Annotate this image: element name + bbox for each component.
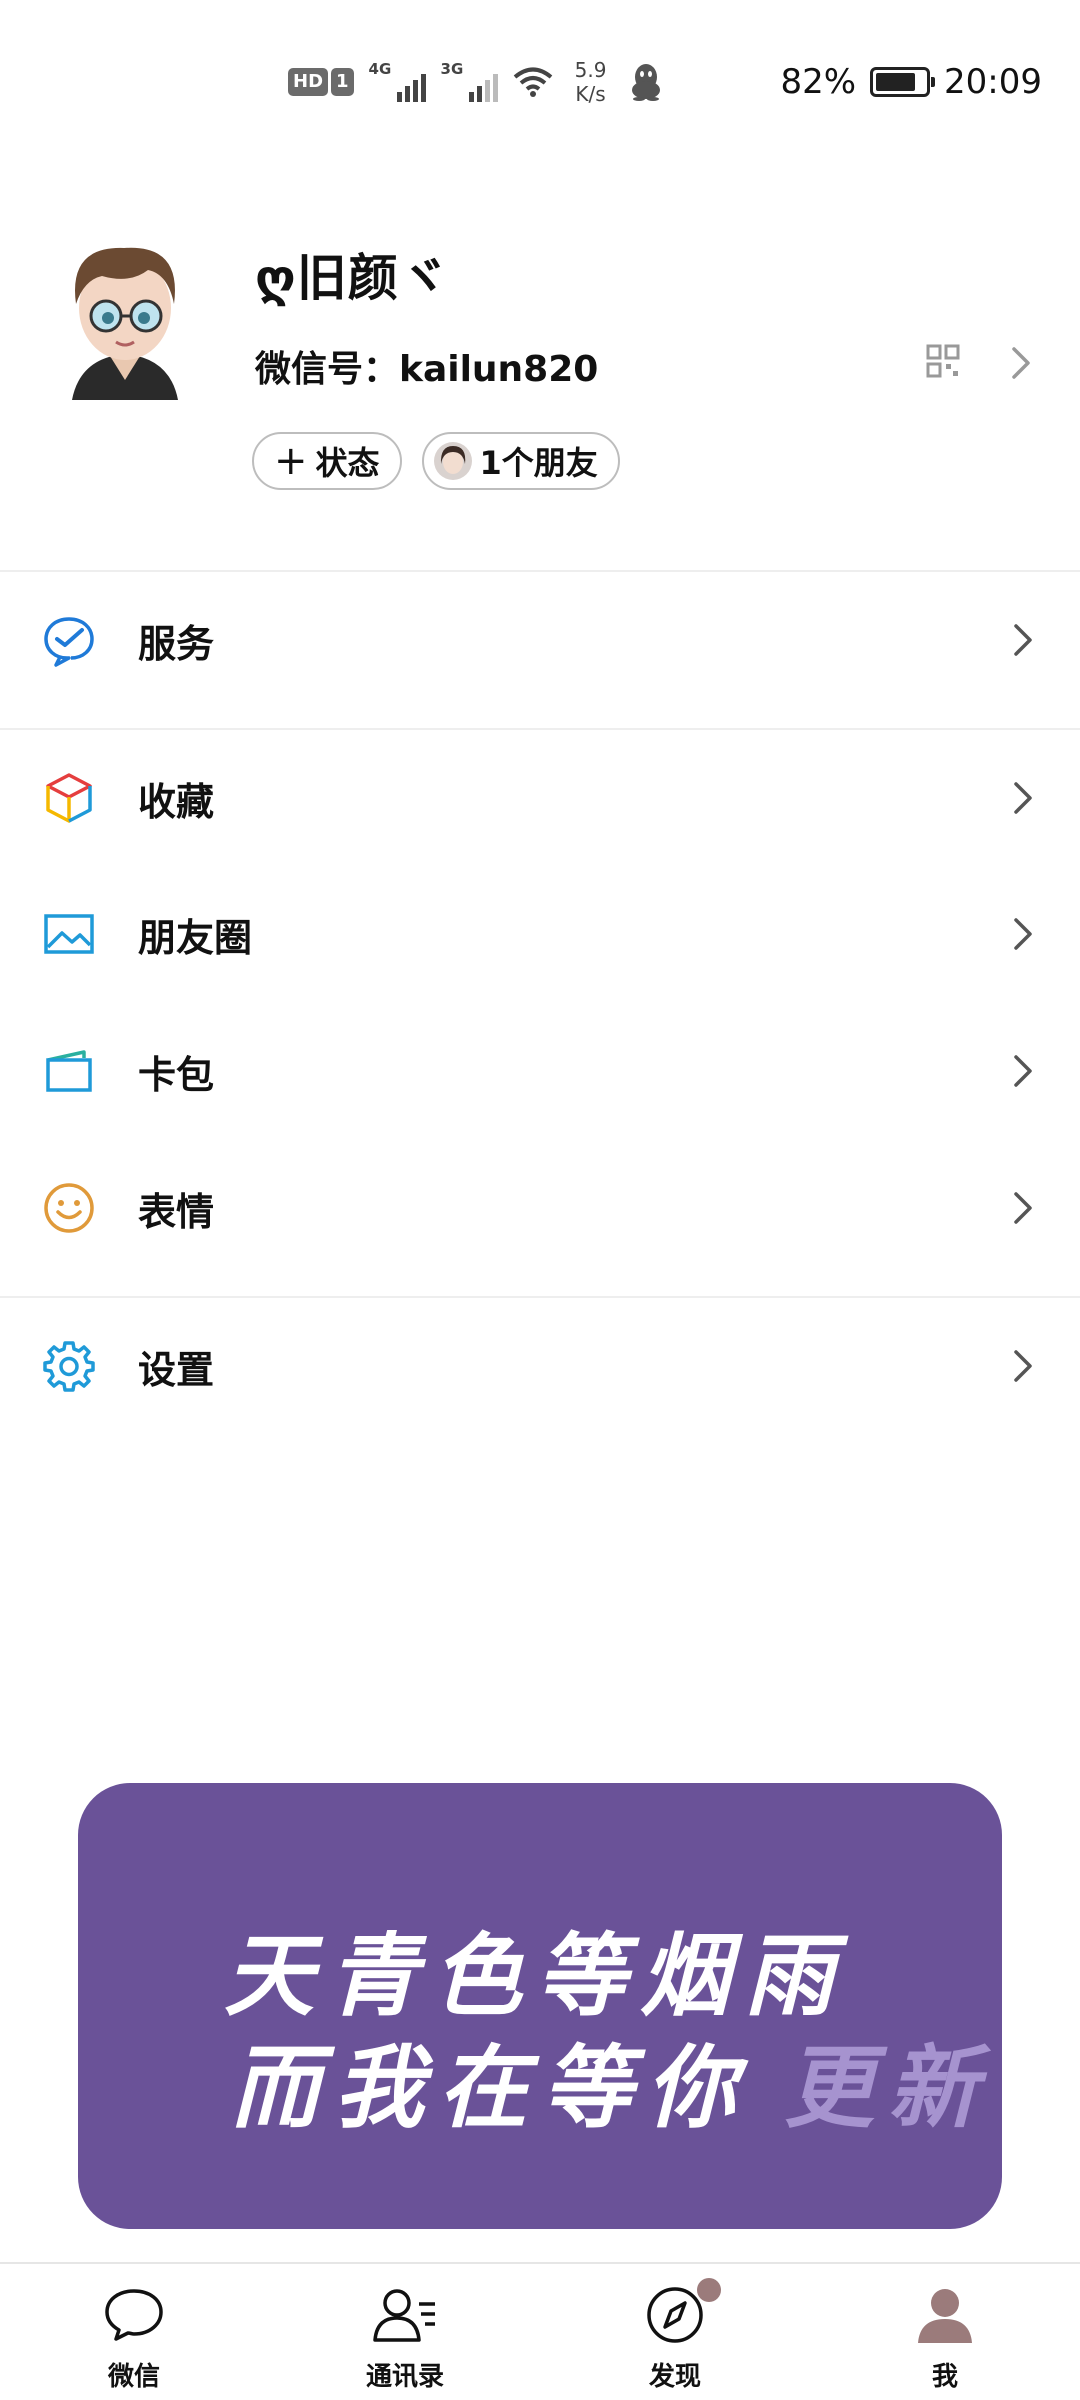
qq-penguin-icon bbox=[631, 64, 660, 101]
sim-label: 1 bbox=[331, 68, 354, 96]
hd-label: HD bbox=[288, 68, 329, 96]
tab-contacts-label: 通讯录 bbox=[365, 2362, 444, 2392]
chevron-right-icon[interactable] bbox=[1010, 345, 1032, 381]
moments-label: 朋友圈 bbox=[138, 915, 253, 960]
profile-header[interactable]: ღ旧颜ヾ 微信号：kailun820 + 状态 1个朋友 bbox=[0, 200, 1080, 570]
status-right-group: 82% 20:09 bbox=[780, 56, 1042, 108]
wallet-icon bbox=[46, 1050, 92, 1092]
chevron-right-icon bbox=[1014, 782, 1032, 814]
tab-chats[interactable]: 微信 bbox=[64, 2284, 204, 2393]
friend-avatar bbox=[433, 442, 472, 480]
compass-icon bbox=[647, 2287, 703, 2343]
banner-line-1: 天青色等烟雨 bbox=[224, 1923, 848, 2029]
cards-label: 卡包 bbox=[138, 1052, 215, 1097]
services-label: 服务 bbox=[138, 621, 215, 666]
wifi-icon bbox=[513, 67, 552, 97]
signal-4g-icon: 4G bbox=[369, 60, 429, 104]
tab-me[interactable]: 我 bbox=[875, 2284, 1015, 2393]
avatar[interactable] bbox=[50, 230, 200, 400]
bottom-tab-bar: 微信 通讯录 发现 我 bbox=[0, 2262, 1080, 2400]
network-speed: 5.9 K/s bbox=[565, 58, 617, 106]
tab-discover[interactable]: 发现 bbox=[605, 2278, 745, 2393]
clock: 20:09 bbox=[944, 62, 1042, 102]
speed-value: 5.9 bbox=[574, 58, 607, 82]
gear-icon bbox=[43, 1341, 95, 1392]
chevron-right-icon bbox=[1014, 1055, 1032, 1087]
nickname: ღ旧颜ヾ bbox=[255, 249, 450, 307]
tab-me-label: 我 bbox=[931, 2362, 958, 2392]
favorites-cube-icon bbox=[46, 773, 92, 823]
net-type-4g: 4G bbox=[368, 60, 392, 78]
stickers-label: 表情 bbox=[138, 1189, 215, 1234]
chevron-right-icon bbox=[1014, 1350, 1032, 1382]
banner-line-2: 而我在等你 更新 bbox=[230, 2015, 992, 2145]
tab-discover-label: 发现 bbox=[648, 2362, 701, 2392]
menu-item-stickers[interactable]: 表情 bbox=[0, 1140, 1080, 1276]
tab-chats-label: 微信 bbox=[107, 2362, 160, 2392]
services-icon bbox=[44, 617, 94, 667]
smiley-icon bbox=[44, 1183, 94, 1233]
menu-item-favorites[interactable]: 收藏 bbox=[0, 730, 1080, 866]
signal-3g-icon: 3G bbox=[441, 60, 501, 104]
battery-icon bbox=[870, 67, 936, 97]
promo-banner[interactable]: 天青色等烟雨 而我在等你 更新 bbox=[78, 1783, 1002, 2229]
battery-percent: 82% bbox=[780, 62, 857, 102]
profile-actions: + 状态 1个朋友 bbox=[252, 432, 620, 490]
qr-code-icon[interactable] bbox=[926, 344, 960, 378]
contacts-icon bbox=[373, 2289, 435, 2342]
notification-dot bbox=[697, 2278, 721, 2302]
menu-item-cards[interactable]: 卡包 bbox=[0, 1003, 1080, 1139]
friends-status-button[interactable]: 1个朋友 bbox=[421, 432, 620, 490]
chevron-right-icon bbox=[1014, 918, 1032, 950]
settings-label: 设置 bbox=[138, 1347, 215, 1392]
menu-item-services[interactable]: 服务 bbox=[0, 572, 1080, 708]
add-status-button[interactable]: + 状态 bbox=[252, 432, 402, 490]
person-icon bbox=[918, 2289, 972, 2343]
status-bar: HD 1 4G 3G 5.9 K/s 82% 20:09 bbox=[0, 0, 1080, 160]
net-type-3g: 3G bbox=[440, 60, 464, 78]
chevron-right-icon bbox=[1014, 1192, 1032, 1224]
menu-item-settings[interactable]: 设置 bbox=[0, 1298, 1080, 1434]
chevron-right-icon bbox=[1014, 624, 1032, 656]
friends-label: 1个朋友 bbox=[479, 444, 598, 482]
hd-badge: HD 1 bbox=[288, 68, 357, 96]
tab-contacts[interactable]: 通讯录 bbox=[335, 2284, 475, 2393]
menu-item-moments[interactable]: 朋友圈 bbox=[0, 866, 1080, 1002]
favorites-label: 收藏 bbox=[138, 779, 215, 824]
wechat-id: 微信号：kailun820 bbox=[255, 349, 599, 390]
banner-line-2-text: 而我在等你 bbox=[230, 2035, 750, 2141]
moments-image-icon bbox=[44, 914, 94, 954]
banner-update-text: 更新 bbox=[784, 2035, 992, 2141]
status-left-group: HD 1 4G 3G 5.9 K/s bbox=[288, 56, 663, 108]
plus-icon: + bbox=[274, 438, 308, 484]
add-status-label: 状态 bbox=[315, 444, 380, 482]
speed-unit: K/s bbox=[575, 82, 606, 106]
chat-bubble-icon bbox=[105, 2289, 163, 2341]
